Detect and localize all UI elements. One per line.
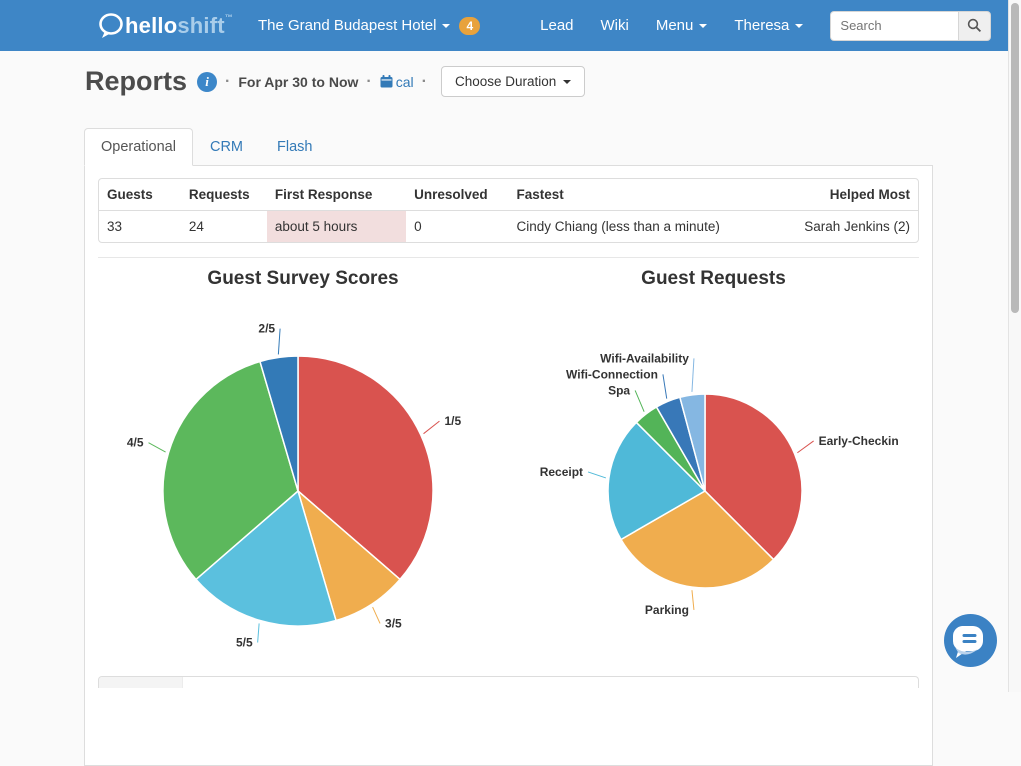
chat-widget-button[interactable]: [941, 611, 1000, 670]
pie-label-connector: [663, 374, 667, 398]
pie-label-connector: [635, 390, 644, 411]
pie-label: Early-Checkin: [819, 434, 899, 448]
guest-survey-pie: 1/5 3/5 5/5 4/5 2/5: [98, 294, 508, 666]
pie-label-connector: [692, 358, 694, 391]
operational-tab-panel: Guests Requests First Response Unresolve…: [84, 166, 933, 766]
column-header-requests: Requests: [181, 179, 267, 210]
chart-title: Guest Survey Scores: [98, 268, 508, 294]
pie-label: 5/5: [236, 635, 253, 649]
hotel-name: The Grand Budapest Hotel: [258, 17, 436, 34]
speech-bubble-logo-icon: [97, 13, 125, 39]
top-navbar: helloshift™ The Grand Budapest Hotel 4 L…: [0, 0, 1009, 51]
separator-dot: ·: [225, 73, 230, 91]
chevron-down-icon: [795, 24, 803, 28]
separator-dot: ·: [366, 73, 371, 91]
pie-label: 2/5: [258, 322, 275, 336]
column-header-helped-most: Helped Most: [787, 179, 918, 210]
pie-label: Receipt: [540, 465, 583, 479]
nav-user-dropdown[interactable]: Theresa: [734, 17, 803, 34]
charts-row: Guest Survey Scores 1/5 3/5 5/5 4/5 2/5 Gues…: [98, 258, 919, 666]
pie-label-connector: [797, 441, 813, 453]
nav-wiki-link[interactable]: Wiki: [601, 17, 629, 34]
hotel-selector-dropdown[interactable]: The Grand Budapest Hotel: [258, 17, 450, 34]
first-response-value: about 5 hours: [267, 210, 406, 242]
tab-crm[interactable]: CRM: [193, 128, 260, 166]
logo-text: helloshift™: [125, 13, 233, 39]
pie-label-connector: [424, 421, 440, 434]
column-header-first-response: First Response: [267, 179, 406, 210]
guest-requests-chart: Guest Requests Early-Checkin Parking Recei…: [508, 258, 919, 666]
unresolved-value: 0: [406, 210, 508, 242]
pie-label: Spa: [608, 383, 630, 397]
page-header: Reports i · For Apr 30 to Now · cal · Ch…: [85, 66, 585, 97]
summary-table: Guests Requests First Response Unresolve…: [98, 178, 919, 243]
fastest-value: Cindy Chiang (less than a minute): [508, 210, 786, 242]
guests-value: 33: [99, 210, 181, 242]
pie-label: 1/5: [444, 414, 461, 428]
column-header-guests: Guests: [99, 179, 181, 210]
nav-lead-link[interactable]: Lead: [540, 17, 573, 34]
calendar-icon: [380, 75, 393, 88]
helped-most-value: Sarah Jenkins (2): [787, 210, 918, 242]
helloshift-logo[interactable]: helloshift™: [97, 13, 233, 39]
pie-label-connector: [692, 590, 694, 610]
search-group: [830, 11, 991, 41]
pie-label-connector: [149, 443, 166, 452]
nav-menu-dropdown[interactable]: Menu: [656, 17, 708, 34]
pie-label: 4/5: [127, 436, 144, 450]
guest-requests-pie: Early-Checkin Parking Receipt Spa Wifi-Conne…: [508, 294, 919, 666]
pie-label-connector: [258, 623, 259, 642]
column-header-fastest: Fastest: [508, 179, 786, 210]
date-range-label: For Apr 30 to Now: [238, 74, 358, 90]
vertical-scrollbar[interactable]: [1008, 0, 1021, 692]
chart-title: Guest Requests: [508, 268, 919, 294]
chat-bubble-icon: [941, 611, 1000, 670]
separator-dot: ·: [422, 73, 427, 91]
pie-label: Wifi-Availability: [600, 351, 689, 365]
info-icon[interactable]: i: [197, 72, 217, 92]
chevron-down-icon: [442, 24, 450, 28]
column-header-unresolved: Unresolved: [406, 179, 508, 210]
report-tabs: Operational CRM Flash: [84, 128, 933, 166]
search-icon: [967, 18, 982, 33]
next-table-partial: [98, 676, 919, 688]
table-header-row: Guests Requests First Response Unresolve…: [99, 179, 918, 210]
chevron-down-icon: [699, 24, 707, 28]
tab-flash[interactable]: Flash: [260, 128, 329, 166]
table-row: 33 24 about 5 hours 0 Cindy Chiang (less…: [99, 210, 918, 242]
guest-survey-scores-chart: Guest Survey Scores 1/5 3/5 5/5 4/5 2/5: [98, 258, 508, 666]
pie-label-connector: [278, 329, 280, 355]
top-nav-links: Lead Wiki Menu Theresa: [540, 11, 991, 41]
choose-duration-button[interactable]: Choose Duration: [441, 66, 585, 97]
notification-badge: 4: [459, 17, 480, 35]
search-input[interactable]: [830, 11, 958, 41]
pie-label-connector: [373, 607, 380, 623]
tab-operational[interactable]: Operational: [84, 128, 193, 166]
scrollbar-thumb[interactable]: [1011, 3, 1019, 313]
chevron-down-icon: [563, 80, 571, 84]
next-table-header-cell: [99, 677, 183, 688]
page-title: Reports: [85, 66, 187, 97]
calendar-link[interactable]: cal: [380, 74, 414, 90]
search-button[interactable]: [958, 11, 991, 41]
pie-label: Parking: [645, 603, 689, 617]
requests-value: 24: [181, 210, 267, 242]
pie-label: 3/5: [385, 616, 402, 630]
pie-label: Wifi-Connection: [566, 367, 658, 381]
pie-label-connector: [588, 472, 606, 478]
